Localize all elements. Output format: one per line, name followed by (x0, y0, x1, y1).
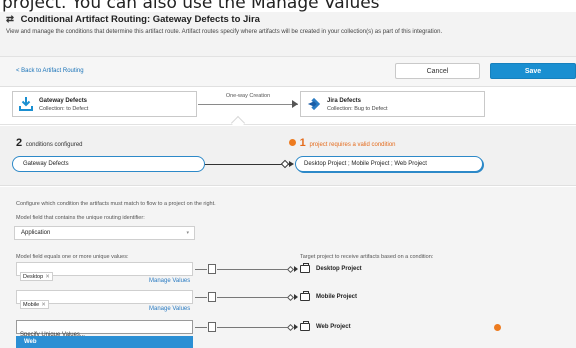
briefcase-icon (300, 291, 310, 301)
row-connector (195, 297, 207, 298)
cancel-button[interactable]: Cancel (395, 63, 480, 79)
condition-warning-count: 1 (299, 137, 306, 149)
page-header: ⇄ Conditional Artifact Routing: Gateway … (0, 12, 576, 57)
page-description: View and manage the conditions that dete… (6, 29, 443, 35)
row-diamond-icon (286, 265, 295, 274)
download-tray-icon (19, 97, 33, 111)
unique-values-label: Model field equals one or more unique va… (16, 254, 129, 260)
values-input-web[interactable]: Specify Unique Values... (16, 320, 193, 338)
toolbar: < Back to Artifact Routing Cancel Save (0, 57, 576, 87)
back-to-artifact-routing-link[interactable]: < Back to Artifact Routing (16, 68, 84, 74)
jira-logo-icon (307, 97, 321, 111)
conditions-count-label: conditions configured (25, 142, 83, 148)
model-field-label: Model field that contains the unique rou… (16, 215, 145, 221)
tutorial-caption: project. You can also use the Manage Val… (2, 0, 380, 12)
row-arrowhead-icon (294, 324, 298, 330)
dropdown-option-web[interactable]: Web (16, 336, 193, 348)
briefcase-icon (300, 263, 310, 273)
row-connector (195, 327, 207, 328)
condition-warning: 1 project requires a valid condition (289, 137, 396, 149)
connector-diamond-icon (280, 159, 290, 169)
flow-mode-label: One-way Creation (225, 93, 271, 99)
target-project-name: Desktop Project (316, 266, 362, 272)
target-project-label: Target project to receive artifacts base… (300, 254, 434, 260)
config-intro: Configure which condition the artifacts … (16, 201, 216, 207)
target-collection-card[interactable]: Jira Defects Collection: Bug to Defect (300, 91, 485, 117)
target-collection-subtitle: Collection: Bug to Defect (327, 106, 388, 112)
remove-tag-icon[interactable]: ✕ (45, 274, 50, 280)
row-connector (195, 269, 207, 270)
values-input-desktop[interactable]: Desktop ✕ (16, 262, 193, 281)
row-diamond-icon (286, 323, 295, 332)
row-connector (217, 297, 288, 298)
value-tag: Mobile ✕ (20, 300, 49, 309)
source-collection-card[interactable]: Gateway Defects Collection: to Defect (12, 91, 197, 117)
conditions-count: 2 conditions configured (16, 137, 83, 149)
row-arrowhead-icon (294, 266, 298, 272)
flow-connector-line (198, 104, 298, 105)
source-collection-name: Gateway Defects (39, 98, 88, 104)
value-tag: Desktop ✕ (20, 272, 53, 281)
page-title-text: Conditional Artifact Routing: Gateway De… (20, 14, 260, 25)
conditions-summary: 2 conditions configured 1 project requir… (0, 126, 576, 186)
chevron-down-icon: ▾ (186, 230, 189, 236)
conditions-count-number: 2 (16, 137, 23, 149)
condition-warning-label: project requires a valid condition (309, 142, 396, 148)
value-tag-label: Desktop (23, 274, 44, 280)
row-connector (217, 327, 288, 328)
row-diamond-icon (286, 293, 295, 302)
target-projects-pill[interactable]: Desktop Project ; Mobile Project ; Web P… (295, 156, 483, 172)
row-arrowhead-icon (294, 294, 298, 300)
remove-tag-icon[interactable]: ✕ (41, 302, 46, 308)
save-button[interactable]: Save (490, 63, 576, 79)
values-input-mobile[interactable]: Mobile ✕ (16, 290, 193, 309)
row-connector (217, 269, 288, 270)
model-field-value: Application (21, 230, 51, 236)
page-title: ⇄ Conditional Artifact Routing: Gateway … (6, 14, 260, 25)
source-collection-subtitle: Collection: to Defect (39, 106, 89, 112)
artifact-flow: Gateway Defects Collection: to Defect On… (0, 87, 576, 131)
value-tag-label: Mobile (23, 302, 40, 308)
condition-connector (205, 164, 289, 165)
manage-values-link[interactable]: Manage Values (149, 278, 190, 284)
swap-arrows-icon: ⇄ (6, 14, 14, 25)
target-collection-name: Jira Defects (327, 98, 362, 104)
flow-arrowhead-icon (292, 100, 298, 108)
model-field-select[interactable]: Application ▾ (14, 226, 195, 240)
connector-arrowhead-icon (289, 161, 294, 167)
target-project-name: Mobile Project (316, 294, 358, 300)
warning-icon (289, 139, 296, 146)
document-icon (208, 292, 216, 302)
condition-configuration: Configure which condition the artifacts … (0, 187, 576, 348)
source-condition-pill[interactable]: Gateway Defects (12, 156, 205, 172)
warning-icon (494, 324, 501, 331)
target-project-name: Web Project (316, 324, 351, 330)
manage-values-link[interactable]: Manage Values (149, 306, 190, 312)
document-icon (208, 322, 216, 332)
document-icon (208, 264, 216, 274)
briefcase-icon (300, 321, 310, 331)
